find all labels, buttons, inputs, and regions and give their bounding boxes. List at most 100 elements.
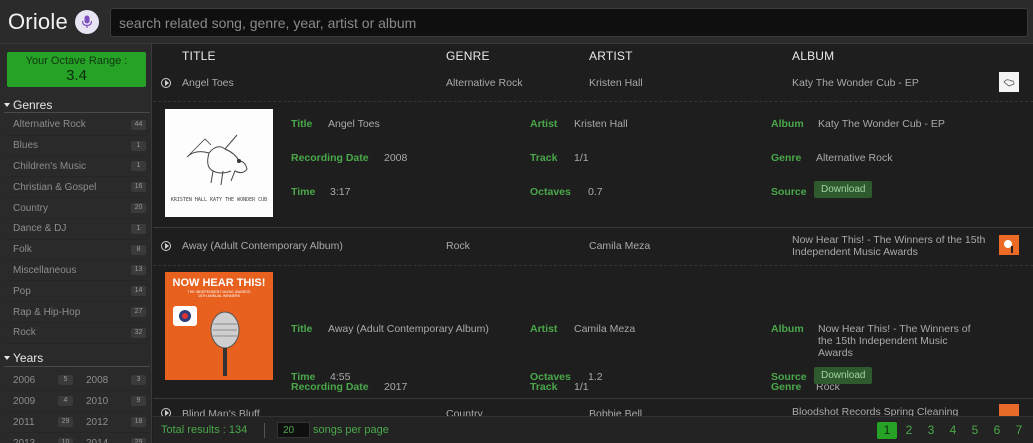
year-label: 2010 xyxy=(86,395,109,407)
detail-album-label: Album xyxy=(771,323,804,335)
page-button[interactable]: 3 xyxy=(921,422,941,439)
genre-item[interactable]: Rock 32 xyxy=(4,323,146,344)
song-row[interactable]: Away (Adult Contemporary Album) Rock Cam… xyxy=(153,230,1033,264)
page-button[interactable]: 4 xyxy=(943,422,963,439)
octave-range-box: Your Octave Range : 3.4 xyxy=(7,52,146,87)
genre-count-badge: 27 xyxy=(131,307,146,318)
detail-artist-label: Artist xyxy=(530,118,558,130)
years-grid: 2006 5 2008 3 2009 4 2010 9 2011 29 2012 18 20… xyxy=(4,370,150,443)
detail-octaves-value: 0.7 xyxy=(588,186,603,198)
search-input[interactable] xyxy=(110,8,1028,37)
year-item[interactable]: 2009 4 xyxy=(4,396,77,407)
genre-count-badge: 1 xyxy=(131,223,146,234)
album-cover-caption: KRISTEN HALL KATY THE WONDER CUB xyxy=(171,197,267,203)
download-button[interactable]: Download xyxy=(814,367,873,384)
genres-title: Genres xyxy=(13,98,53,112)
genre-item[interactable]: Alternative Rock 44 xyxy=(4,115,146,136)
genre-list: Alternative Rock 44 Blues 1 Children's Mus… xyxy=(4,115,146,344)
detail-source-label: Source xyxy=(771,371,807,383)
detail-title-value: Angel Toes xyxy=(328,118,380,130)
play-icon[interactable] xyxy=(161,408,171,416)
detail-genre-label: Genre xyxy=(771,152,802,164)
album-cover: KRISTEN HALL KATY THE WONDER CUB xyxy=(165,109,273,217)
column-header-artist[interactable]: ARTIST xyxy=(589,49,633,63)
per-page-input[interactable] xyxy=(277,422,310,438)
column-header-genre[interactable]: GENRE xyxy=(446,49,490,63)
genre-item[interactable]: Folk 8 xyxy=(4,240,146,261)
genre-count-badge: 1 xyxy=(131,161,146,172)
detail-octaves-label: Octaves xyxy=(530,371,571,383)
detail-album-label: Album xyxy=(771,118,804,130)
play-icon[interactable] xyxy=(161,78,171,88)
song-title: Angel Toes xyxy=(182,77,234,89)
play-icon[interactable] xyxy=(161,241,171,251)
song-row[interactable]: Angel Toes Alternative Rock Kristen Hall… xyxy=(153,69,1033,99)
album-cover: NOW HEAR THIS! THE INDEPENDENT MUSIC AWA… xyxy=(165,272,273,380)
genre-label: Alternative Rock xyxy=(13,119,86,131)
year-row: 2009 4 2010 9 xyxy=(4,391,150,412)
year-item[interactable]: 2014 29 xyxy=(77,438,150,443)
divider xyxy=(4,112,150,113)
genre-item[interactable]: Dance & DJ 1 xyxy=(4,219,146,240)
genre-item[interactable]: Miscellaneous 13 xyxy=(4,261,146,282)
album-thumbnail xyxy=(999,72,1019,92)
year-label: 2008 xyxy=(86,374,109,386)
genres-header[interactable]: Genres xyxy=(4,98,52,112)
microphone-icon[interactable] xyxy=(75,10,99,34)
genre-count-badge: 13 xyxy=(131,265,146,276)
year-count-badge: 10 xyxy=(58,438,73,443)
year-count-badge: 5 xyxy=(58,375,73,385)
column-header-title[interactable]: TITLE xyxy=(182,49,216,63)
page-button[interactable]: 1 xyxy=(877,422,897,439)
detail-octaves-label: Octaves xyxy=(530,186,571,198)
song-album-line: Independent Music Awards xyxy=(792,246,918,258)
year-label: 2014 xyxy=(86,437,109,443)
page-button[interactable]: 6 xyxy=(987,422,1007,439)
song-artist: Kristen Hall xyxy=(589,77,643,89)
song-artist: Camila Meza xyxy=(589,240,651,252)
year-count-badge: 18 xyxy=(131,417,146,427)
genre-count-badge: 14 xyxy=(131,286,146,297)
song-album-line: Now Hear This! - The Winners of the 15th xyxy=(792,234,986,246)
year-item[interactable]: 2006 5 xyxy=(4,375,77,386)
detail-track-label: Track xyxy=(530,152,558,164)
page-button[interactable]: 2 xyxy=(899,422,919,439)
year-item[interactable]: 2012 18 xyxy=(77,417,150,428)
genre-item[interactable]: Christian & Gospel 16 xyxy=(4,177,146,199)
year-item[interactable]: 2010 9 xyxy=(77,396,150,407)
octave-range-value: 3.4 xyxy=(66,67,87,84)
song-title: Away (Adult Contemporary Album) xyxy=(182,240,343,252)
genre-item[interactable]: Children's Music 1 xyxy=(4,157,146,178)
genre-label: Miscellaneous xyxy=(13,264,77,276)
song-genre: Country xyxy=(446,408,483,416)
detail-album-line: Awards xyxy=(818,347,853,359)
year-item[interactable]: 2011 29 xyxy=(4,417,77,428)
year-label: 2012 xyxy=(86,416,109,428)
song-row[interactable]: Blind Man's Bluff Country Bobbie Bell Bl… xyxy=(153,402,1033,416)
album-cover-subtitle: 15TH ANNUAL WINNERS xyxy=(198,294,241,298)
album-thumbnail xyxy=(999,235,1019,255)
genre-item[interactable]: Country 20 xyxy=(4,198,146,219)
year-item[interactable]: 2013 10 xyxy=(4,438,77,443)
year-item[interactable]: 2008 3 xyxy=(77,375,150,386)
genre-label: Folk xyxy=(13,244,32,256)
year-row: 2006 5 2008 3 xyxy=(4,370,150,391)
year-label: 2013 xyxy=(13,437,36,443)
detail-genre-value: Alternative Rock xyxy=(816,152,893,164)
results-panel: TITLE GENRE ARTIST ALBUM Angel Toes Alte… xyxy=(153,44,1033,416)
divider xyxy=(4,366,150,367)
genre-item[interactable]: Blues 1 xyxy=(4,136,146,157)
genre-item[interactable]: Rap & Hip-Hop 27 xyxy=(4,302,146,323)
app-logo[interactable]: Oriole xyxy=(8,9,68,35)
column-header-album[interactable]: ALBUM xyxy=(792,49,834,63)
download-button[interactable]: Download xyxy=(814,181,873,198)
page-button[interactable]: 5 xyxy=(965,422,985,439)
genre-label: Country xyxy=(13,202,49,214)
years-header[interactable]: Years xyxy=(4,351,43,365)
album-cover-title: NOW HEAR THIS! xyxy=(173,277,266,289)
page-button[interactable]: 7 xyxy=(1009,422,1029,439)
year-count-badge: 4 xyxy=(58,396,73,406)
detail-time-label: Time xyxy=(291,186,316,198)
genre-item[interactable]: Pop 14 xyxy=(4,281,146,303)
genre-count-badge: 44 xyxy=(131,119,146,130)
